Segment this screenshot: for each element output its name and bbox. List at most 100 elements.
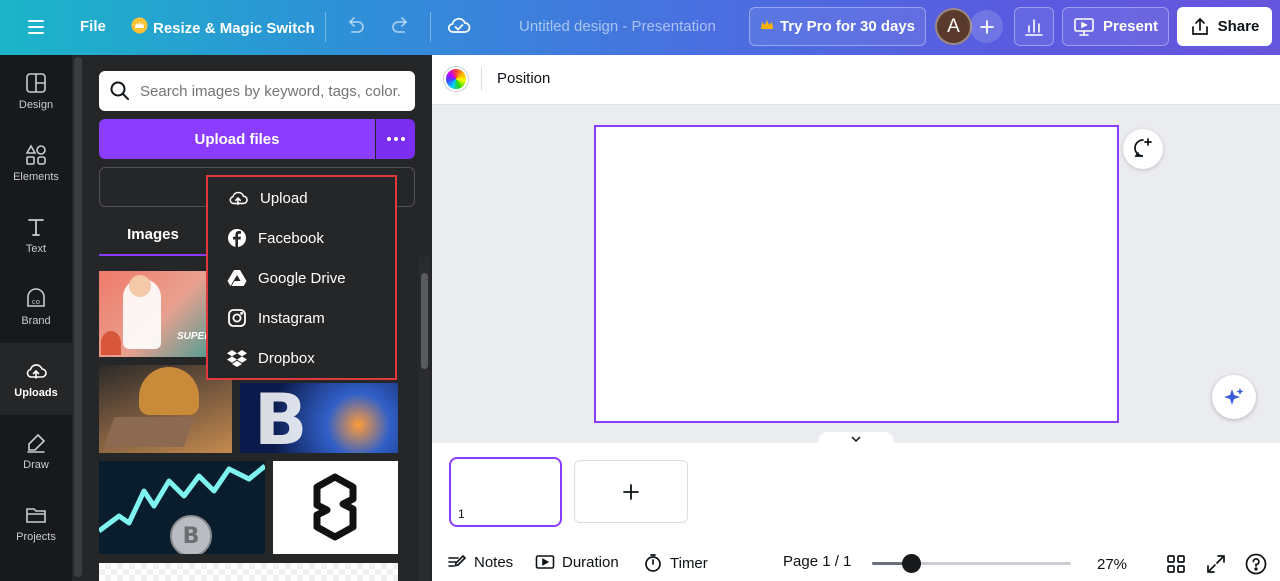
rail-label: Elements: [13, 170, 59, 183]
notes-button[interactable]: Notes: [447, 553, 513, 571]
plus-icon: [979, 19, 994, 34]
design-page[interactable]: [594, 125, 1119, 423]
share-button[interactable]: Share: [1177, 7, 1272, 46]
grid-view-button[interactable]: [1163, 551, 1189, 577]
divider: [481, 67, 482, 91]
rail-item-elements[interactable]: Elements: [0, 127, 72, 199]
rail-item-uploads[interactable]: Uploads: [0, 343, 72, 415]
fullscreen-button[interactable]: [1203, 551, 1229, 577]
rail-label: Design: [18, 98, 54, 111]
s-logo-graphic: [313, 473, 357, 541]
notes-icon: [448, 554, 467, 567]
page-indicator[interactable]: Page 1 / 1: [783, 553, 851, 570]
background-color-icon[interactable]: [444, 67, 468, 91]
chevron-down-icon: [851, 436, 861, 442]
share-label: Share: [1217, 18, 1260, 35]
add-collaborator-button[interactable]: [970, 10, 1003, 43]
instagram-icon: [228, 309, 246, 327]
cloud-saved-icon[interactable]: [446, 14, 472, 38]
insights-button[interactable]: [1014, 7, 1054, 46]
menu-item-instagram[interactable]: Instagram: [208, 298, 395, 338]
file-menu-button[interactable]: File: [80, 18, 106, 35]
menu-item-label: Upload: [260, 189, 308, 207]
left-rail: Design Elements Text co Brand Uploads Dr…: [0, 55, 72, 581]
menu-item-label: Dropbox: [258, 349, 315, 367]
context-toolbar: [432, 55, 1280, 105]
svg-text:B: B: [183, 524, 200, 549]
scroll-thumb[interactable]: [421, 273, 428, 369]
rail-label: Projects: [16, 530, 56, 543]
sparkle-icon: [1224, 388, 1244, 405]
rail-item-design[interactable]: Design: [0, 55, 72, 127]
svg-text:co: co: [32, 298, 40, 306]
person-head: [129, 275, 151, 297]
help-button[interactable]: [1243, 551, 1269, 577]
timer-button[interactable]: Timer: [643, 553, 708, 573]
divider: [430, 12, 431, 42]
search-icon: [110, 81, 129, 100]
projects-icon: [26, 507, 46, 523]
text-icon: [28, 218, 44, 236]
timer-label: Timer: [670, 554, 708, 572]
present-icon: [1074, 17, 1094, 36]
magic-assistant-button[interactable]: [1212, 375, 1256, 419]
menu-item-label: Google Drive: [258, 269, 346, 287]
tab-images[interactable]: Images: [99, 215, 207, 256]
crown-icon: [760, 18, 774, 36]
resize-label: Resize & Magic Switch: [153, 19, 315, 37]
cloud-upload-icon: [229, 191, 248, 206]
rail-scrollbar[interactable]: [74, 57, 82, 577]
image-thumbnail[interactable]: B: [240, 383, 398, 453]
add-comment-button[interactable]: [1123, 129, 1163, 169]
expand-icon: [1207, 555, 1225, 573]
add-page-button[interactable]: [574, 460, 688, 523]
search-box[interactable]: [99, 71, 415, 111]
menu-item-dropbox[interactable]: Dropbox: [208, 338, 395, 378]
rail-item-brand[interactable]: co Brand: [0, 271, 72, 343]
bar-chart-icon: [1025, 18, 1043, 36]
crown-icon: [131, 17, 148, 39]
avatar[interactable]: A: [935, 8, 972, 45]
design-icon: [26, 72, 46, 93]
sweater-shape: [139, 367, 199, 415]
menu-icon[interactable]: [22, 14, 50, 40]
bitcoin-symbol: B: [254, 383, 308, 453]
leaf-decoration: [101, 331, 121, 355]
design-title[interactable]: Untitled design - Presentation: [519, 18, 716, 35]
divider: [325, 12, 326, 42]
redo-icon[interactable]: [389, 14, 413, 38]
upload-files-button[interactable]: Upload files: [99, 119, 375, 159]
rail-item-text[interactable]: Text: [0, 199, 72, 271]
image-thumbnail[interactable]: B: [99, 461, 265, 554]
notes-label: Notes: [474, 553, 514, 571]
menu-item-google-drive[interactable]: Google Drive: [208, 258, 395, 298]
position-button[interactable]: Position: [497, 70, 550, 87]
present-button[interactable]: Present: [1062, 7, 1169, 46]
duration-label: Duration: [562, 553, 619, 571]
try-pro-button[interactable]: Try Pro for 30 days: [749, 7, 926, 46]
more-dots-icon: [386, 137, 405, 141]
search-input[interactable]: [140, 82, 400, 100]
comment-plus-icon: [1134, 138, 1152, 157]
page-number: 1: [458, 507, 465, 521]
google-drive-icon: [227, 270, 247, 286]
menu-item-facebook[interactable]: Facebook: [208, 218, 395, 258]
share-icon: [1191, 17, 1208, 35]
resize-button[interactable]: Resize & Magic Switch: [131, 17, 315, 39]
help-icon: [1245, 553, 1267, 575]
menu-item-upload[interactable]: Upload: [208, 178, 395, 218]
more-options-button[interactable]: [376, 119, 415, 159]
laptop-shape: [103, 417, 195, 447]
panel-scrollbar[interactable]: [419, 257, 430, 581]
undo-icon[interactable]: [343, 14, 367, 38]
duration-button[interactable]: Duration: [535, 553, 619, 571]
upload-source-menu: Upload Facebook Google Drive Instagram D…: [206, 175, 397, 380]
rail-item-draw[interactable]: Draw: [0, 415, 72, 487]
zoom-level[interactable]: 27%: [1097, 556, 1127, 573]
page-thumbnail[interactable]: 1: [449, 457, 562, 527]
rail-label: Brand: [21, 314, 51, 327]
chart-line-graphic: B: [99, 464, 265, 554]
image-thumbnail[interactable]: [273, 461, 398, 554]
rail-item-projects[interactable]: Projects: [0, 487, 72, 559]
image-thumbnail[interactable]: [99, 563, 398, 581]
